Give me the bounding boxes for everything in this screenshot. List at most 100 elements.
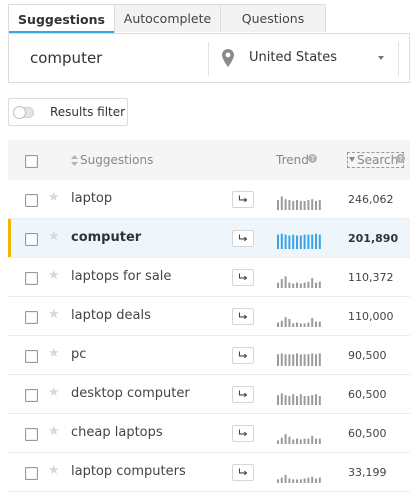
sort-desc-icon[interactable] [349,157,355,162]
star-icon[interactable]: ★ [48,229,60,244]
trend-bar [315,321,317,327]
header-trend[interactable]: Trend [276,153,309,167]
trend-bar [280,196,283,210]
keyword-text[interactable]: cheap laptops [71,425,163,440]
keyword-text[interactable]: laptops for sale [71,269,171,284]
row-checkbox[interactable] [25,428,38,441]
tab-suggestions-label: Suggestions [18,12,105,27]
table-row[interactable]: ★ laptops for sale 110,372 [8,258,410,297]
keyword-text[interactable]: laptop deals [71,308,151,323]
table-row[interactable]: ★ pc 90,500 [8,336,410,375]
use-keyword-button[interactable] [232,386,254,403]
trend-bar [311,318,314,327]
trend-bar [292,234,295,249]
trend-bar [296,353,298,366]
table-row[interactable]: ★ laptop 246,062 [8,180,410,219]
trend-bar [307,438,310,444]
trend-bar [311,395,314,405]
trend-bar [280,477,283,483]
filter-toggle[interactable] [14,107,34,118]
trend-bar [318,353,321,366]
row-checkbox[interactable] [25,389,38,402]
trend-bar [280,353,283,366]
keyword-text[interactable]: laptop computers [71,464,186,479]
divider [208,42,209,76]
search-input[interactable]: computer [30,49,102,67]
trend-bar [288,282,291,288]
row-checkbox[interactable] [25,233,38,246]
search-volume: 246,062 [348,193,394,206]
trend-bar [307,281,310,288]
use-keyword-button[interactable] [232,191,254,208]
tab-suggestions[interactable]: Suggestions [8,4,115,34]
trend-bar [303,478,306,483]
trend-bar [318,200,321,210]
row-checkbox[interactable] [25,272,38,285]
table-row[interactable]: ★ desktop computer 60,500 [8,375,410,414]
use-keyword-icon [238,195,248,203]
use-keyword-button[interactable] [232,464,254,481]
help-icon[interactable]: ? [396,154,405,163]
star-icon[interactable]: ★ [48,268,60,283]
trend-bar [296,438,298,444]
trend-bar [277,322,279,327]
keyword-text[interactable]: pc [71,347,86,362]
keyword-text[interactable]: computer [71,230,141,245]
search-volume: 201,890 [348,232,399,245]
trend-bar [299,283,302,288]
trend-sparkline [277,233,321,249]
trend-bar [292,394,295,405]
results-filter-button[interactable]: Results filter [8,98,128,126]
row-checkbox[interactable] [25,194,38,207]
star-icon[interactable]: ★ [48,424,60,439]
use-keyword-button[interactable] [232,269,254,286]
trend-bar [311,435,314,444]
row-checkbox[interactable] [25,350,38,363]
chevron-down-icon[interactable] [378,56,384,60]
location-select[interactable]: United States [249,50,337,65]
trend-bar [299,235,302,249]
header-search[interactable]: Search [357,153,398,167]
use-keyword-icon [238,234,248,242]
trend-bar [318,234,321,249]
use-keyword-button[interactable] [232,308,254,325]
tab-questions[interactable]: Questions [220,4,326,32]
star-icon[interactable]: ★ [48,307,60,322]
star-icon[interactable]: ★ [48,385,60,400]
trend-bar [284,317,287,327]
trend-bar [284,276,287,288]
select-all-checkbox[interactable] [25,155,38,168]
trend-bar [303,201,306,210]
row-checkbox[interactable] [25,467,38,480]
use-keyword-button[interactable] [232,347,254,364]
table-row[interactable]: ★ cheap laptops 60,500 [8,414,410,453]
suggestions-table: Suggestions Trend ? Search ? ★ laptop 246,… [8,140,410,492]
search-volume: 90,500 [348,349,387,362]
table-row[interactable]: ★ computer 201,890 [8,219,410,258]
divider [398,42,399,76]
trend-bar [299,323,302,327]
help-icon[interactable]: ? [308,154,317,163]
use-keyword-icon [238,351,248,359]
trend-sparkline [277,434,321,444]
star-icon[interactable]: ★ [48,463,60,478]
header-suggestions[interactable]: Suggestions [80,153,153,167]
use-keyword-button[interactable] [232,425,254,442]
trend-bar [288,354,291,366]
keyword-text[interactable]: desktop computer [71,386,190,401]
trend-bar [303,323,306,327]
trend-bar [299,201,302,210]
row-checkbox[interactable] [25,311,38,324]
sort-icon[interactable] [71,155,78,166]
trend-bar [292,283,295,288]
keyword-text[interactable]: laptop [71,191,112,206]
table-row[interactable]: ★ laptop deals 110,000 [8,297,410,336]
tab-autocomplete[interactable]: Autocomplete [114,4,221,32]
trend-sparkline [277,317,321,327]
trend-bar [280,393,283,405]
star-icon[interactable]: ★ [48,346,60,361]
use-keyword-button[interactable] [232,230,254,247]
table-row[interactable]: ★ laptop computers 33,199 [8,453,410,492]
star-icon[interactable]: ★ [48,190,60,205]
trend-bar [307,477,310,483]
